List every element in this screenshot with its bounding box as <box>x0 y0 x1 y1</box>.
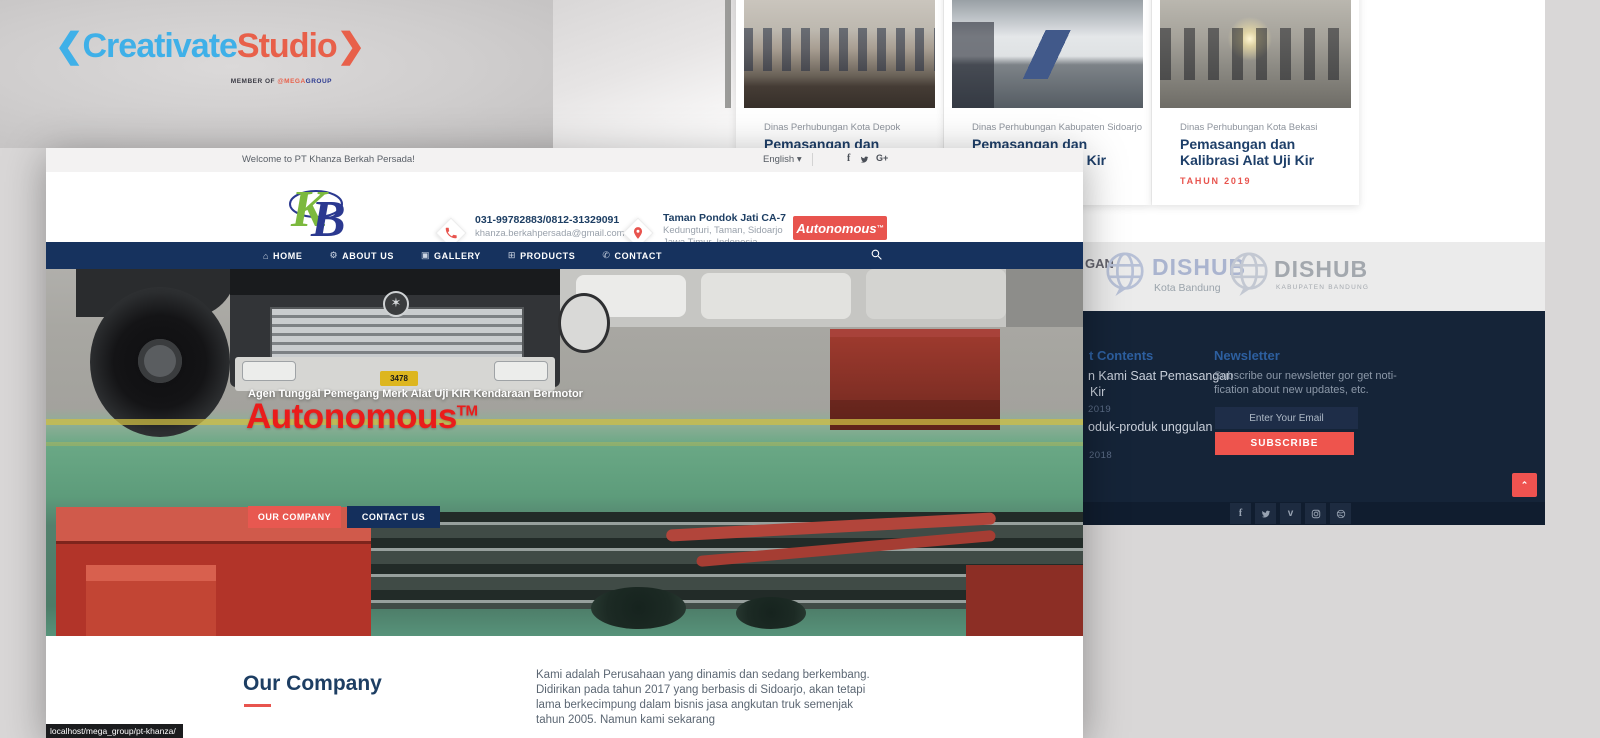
main-nav: ⌂HOME ⚙ABOUT US ▣GALLERY ⊞PRODUCTS ✆CONT… <box>46 242 1083 269</box>
image-icon: ▣ <box>421 250 430 261</box>
facebook-icon[interactable]: f <box>1230 503 1251 524</box>
truck-headlight <box>242 361 296 381</box>
header-address-line1: Taman Pondok Jati CA-7 <box>663 212 786 224</box>
twitter-icon[interactable] <box>1255 503 1276 524</box>
inspection-mirror <box>558 293 610 353</box>
header-phone[interactable]: 031-99782883/0812-31329091 <box>475 214 619 226</box>
wheel-hub <box>138 339 182 383</box>
card-photo-group <box>744 0 935 108</box>
nav-item-contact[interactable]: ✆CONTACT <box>602 250 662 261</box>
language-dropdown[interactable]: English ▾ <box>763 154 802 165</box>
dribbble-icon[interactable] <box>1330 503 1351 524</box>
logo-bracket-right-icon: ❯ <box>337 27 365 65</box>
card-category: Dinas Perhubungan Kabupaten Sidoarjo <box>972 122 1142 133</box>
hero-banner: ✶ 3478 Agen Tunggal Pemegang Merk Alat U… <box>46 269 1083 636</box>
scroll-to-top-button[interactable]: ⌃ <box>1512 473 1537 497</box>
heading-underline <box>244 704 271 707</box>
portfolio-card-bekasi[interactable]: Dinas Perhubungan Kota Bekasi Pemasangan… <box>1152 0 1359 205</box>
dishub-kabupaten-title: DISHUB <box>1274 256 1368 283</box>
chevron-down-icon: ▾ <box>797 154 802 165</box>
subscribe-button[interactable]: SUBSCRIBE <box>1215 432 1354 455</box>
logo-bracket-left-icon: ❮ <box>55 27 83 65</box>
card-title[interactable]: Pemasangan danKalibrasi Alat Uji Kir <box>1180 136 1314 168</box>
footer-recent-item[interactable]: n Kami Saat Pemasangan <box>1088 369 1233 383</box>
header-address-line2: Kedungturi, Taman, Sidoarjo <box>663 225 783 236</box>
floor-yellow-line <box>46 419 1083 425</box>
facebook-icon[interactable]: f <box>847 153 850 164</box>
autonomous-brand-badge[interactable]: Autonomous™ <box>793 216 887 240</box>
nav-item-home[interactable]: ⌂HOME <box>263 251 302 261</box>
topbar-divider <box>812 153 813 166</box>
hero-background-cars <box>551 269 1083 327</box>
screenshot-canvas: ❮CreativateStudio❯ MEMBER OF @MEGAGROUP … <box>0 0 1600 738</box>
truck-headlight <box>494 361 548 381</box>
hero-headline: AutonomousTM <box>246 397 477 437</box>
nav-item-products[interactable]: ⊞PRODUCTS <box>508 250 575 261</box>
section-heading: Our Company <box>243 672 382 696</box>
carousel-previous-card-sliver <box>725 0 731 108</box>
newsletter-text: Subscribe our newsletter gor get noti- <box>1214 370 1397 382</box>
gears-icon: ⚙ <box>329 250 338 261</box>
our-company-button[interactable]: OUR COMPANY <box>248 506 341 528</box>
pit-opening <box>591 587 686 629</box>
dishub-kabupaten-subtitle: KABUPATEN BANDUNG <box>1276 284 1369 291</box>
instagram-icon[interactable] <box>1305 503 1326 524</box>
search-icon[interactable] <box>870 248 883 266</box>
header-email[interactable]: khanza.berkahpersada@gmail.com <box>475 228 625 239</box>
dishub-globe-icon <box>1102 250 1148 301</box>
home-icon: ⌂ <box>263 251 269 261</box>
svg-text:B: B <box>310 191 346 248</box>
card-category: Dinas Perhubungan Kota Bekasi <box>1180 122 1317 133</box>
floor-yellow-line <box>46 442 1083 446</box>
contact-us-button[interactable]: CONTACT US <box>347 506 440 528</box>
license-plate: 3478 <box>380 371 418 386</box>
footer-recent-item[interactable]: oduk-produk unggulan <box>1088 420 1212 434</box>
dishub-bandung-subtitle: Kota Bandung <box>1154 282 1221 294</box>
footer-recent-item[interactable]: Kir <box>1090 385 1105 399</box>
twitter-icon[interactable] <box>860 155 869 167</box>
mercedes-star-icon: ✶ <box>383 291 409 317</box>
card-photo-garage <box>1160 0 1351 108</box>
google-plus-icon[interactable]: G+ <box>876 153 888 163</box>
card-photo-van <box>952 0 1143 108</box>
company-paragraph: Kami adalah Perusahaan yang dinamis dan … <box>536 668 881 728</box>
site-topbar: Welcome to PT Khanza Berkah Persada! Eng… <box>46 148 1083 172</box>
dishub-kab-globe-icon <box>1226 250 1272 301</box>
logo-text-creativate: Creativate <box>83 27 237 65</box>
our-company-section: Our Company Kami adalah Perusahaan yang … <box>46 636 1083 738</box>
recent-contents-heading: t Contents <box>1089 348 1153 363</box>
red-step-box <box>86 565 216 636</box>
footer-item-date: 2019 <box>1088 404 1111 415</box>
pt-khanza-site-window: Welcome to PT Khanza Berkah Persada! Eng… <box>46 148 1083 738</box>
card-year-badge: TAHUN 2019 <box>1180 176 1251 186</box>
nav-item-gallery[interactable]: ▣GALLERY <box>421 250 481 261</box>
red-tool-cabinet <box>830 335 1000 430</box>
newsletter-heading: Newsletter <box>1214 348 1280 363</box>
chevron-up-icon: ⌃ <box>1521 480 1529 491</box>
pit-opening <box>736 597 806 629</box>
studio-hero-panel-fade <box>553 0 750 148</box>
red-block <box>966 565 1083 636</box>
phone-icon: ✆ <box>602 250 610 261</box>
newsletter-text: fication about new updates, etc. <box>1214 384 1369 396</box>
newsletter-email-input[interactable] <box>1215 407 1358 429</box>
footer-item-date: 2018 <box>1089 450 1112 461</box>
nav-item-about[interactable]: ⚙ABOUT US <box>329 250 393 261</box>
studio-logo-tagline: MEMBER OF @MEGAGROUP <box>222 78 332 85</box>
grid-icon: ⊞ <box>508 250 516 261</box>
card-category: Dinas Perhubungan Kota Depok <box>764 122 900 133</box>
browser-status-tooltip: localhost/mega_group/pt-khanza/ <box>46 724 183 738</box>
logo-text-studio: Studio <box>237 27 337 65</box>
vimeo-icon[interactable]: v <box>1280 503 1301 524</box>
welcome-text: Welcome to PT Khanza Berkah Persada! <box>242 154 415 165</box>
